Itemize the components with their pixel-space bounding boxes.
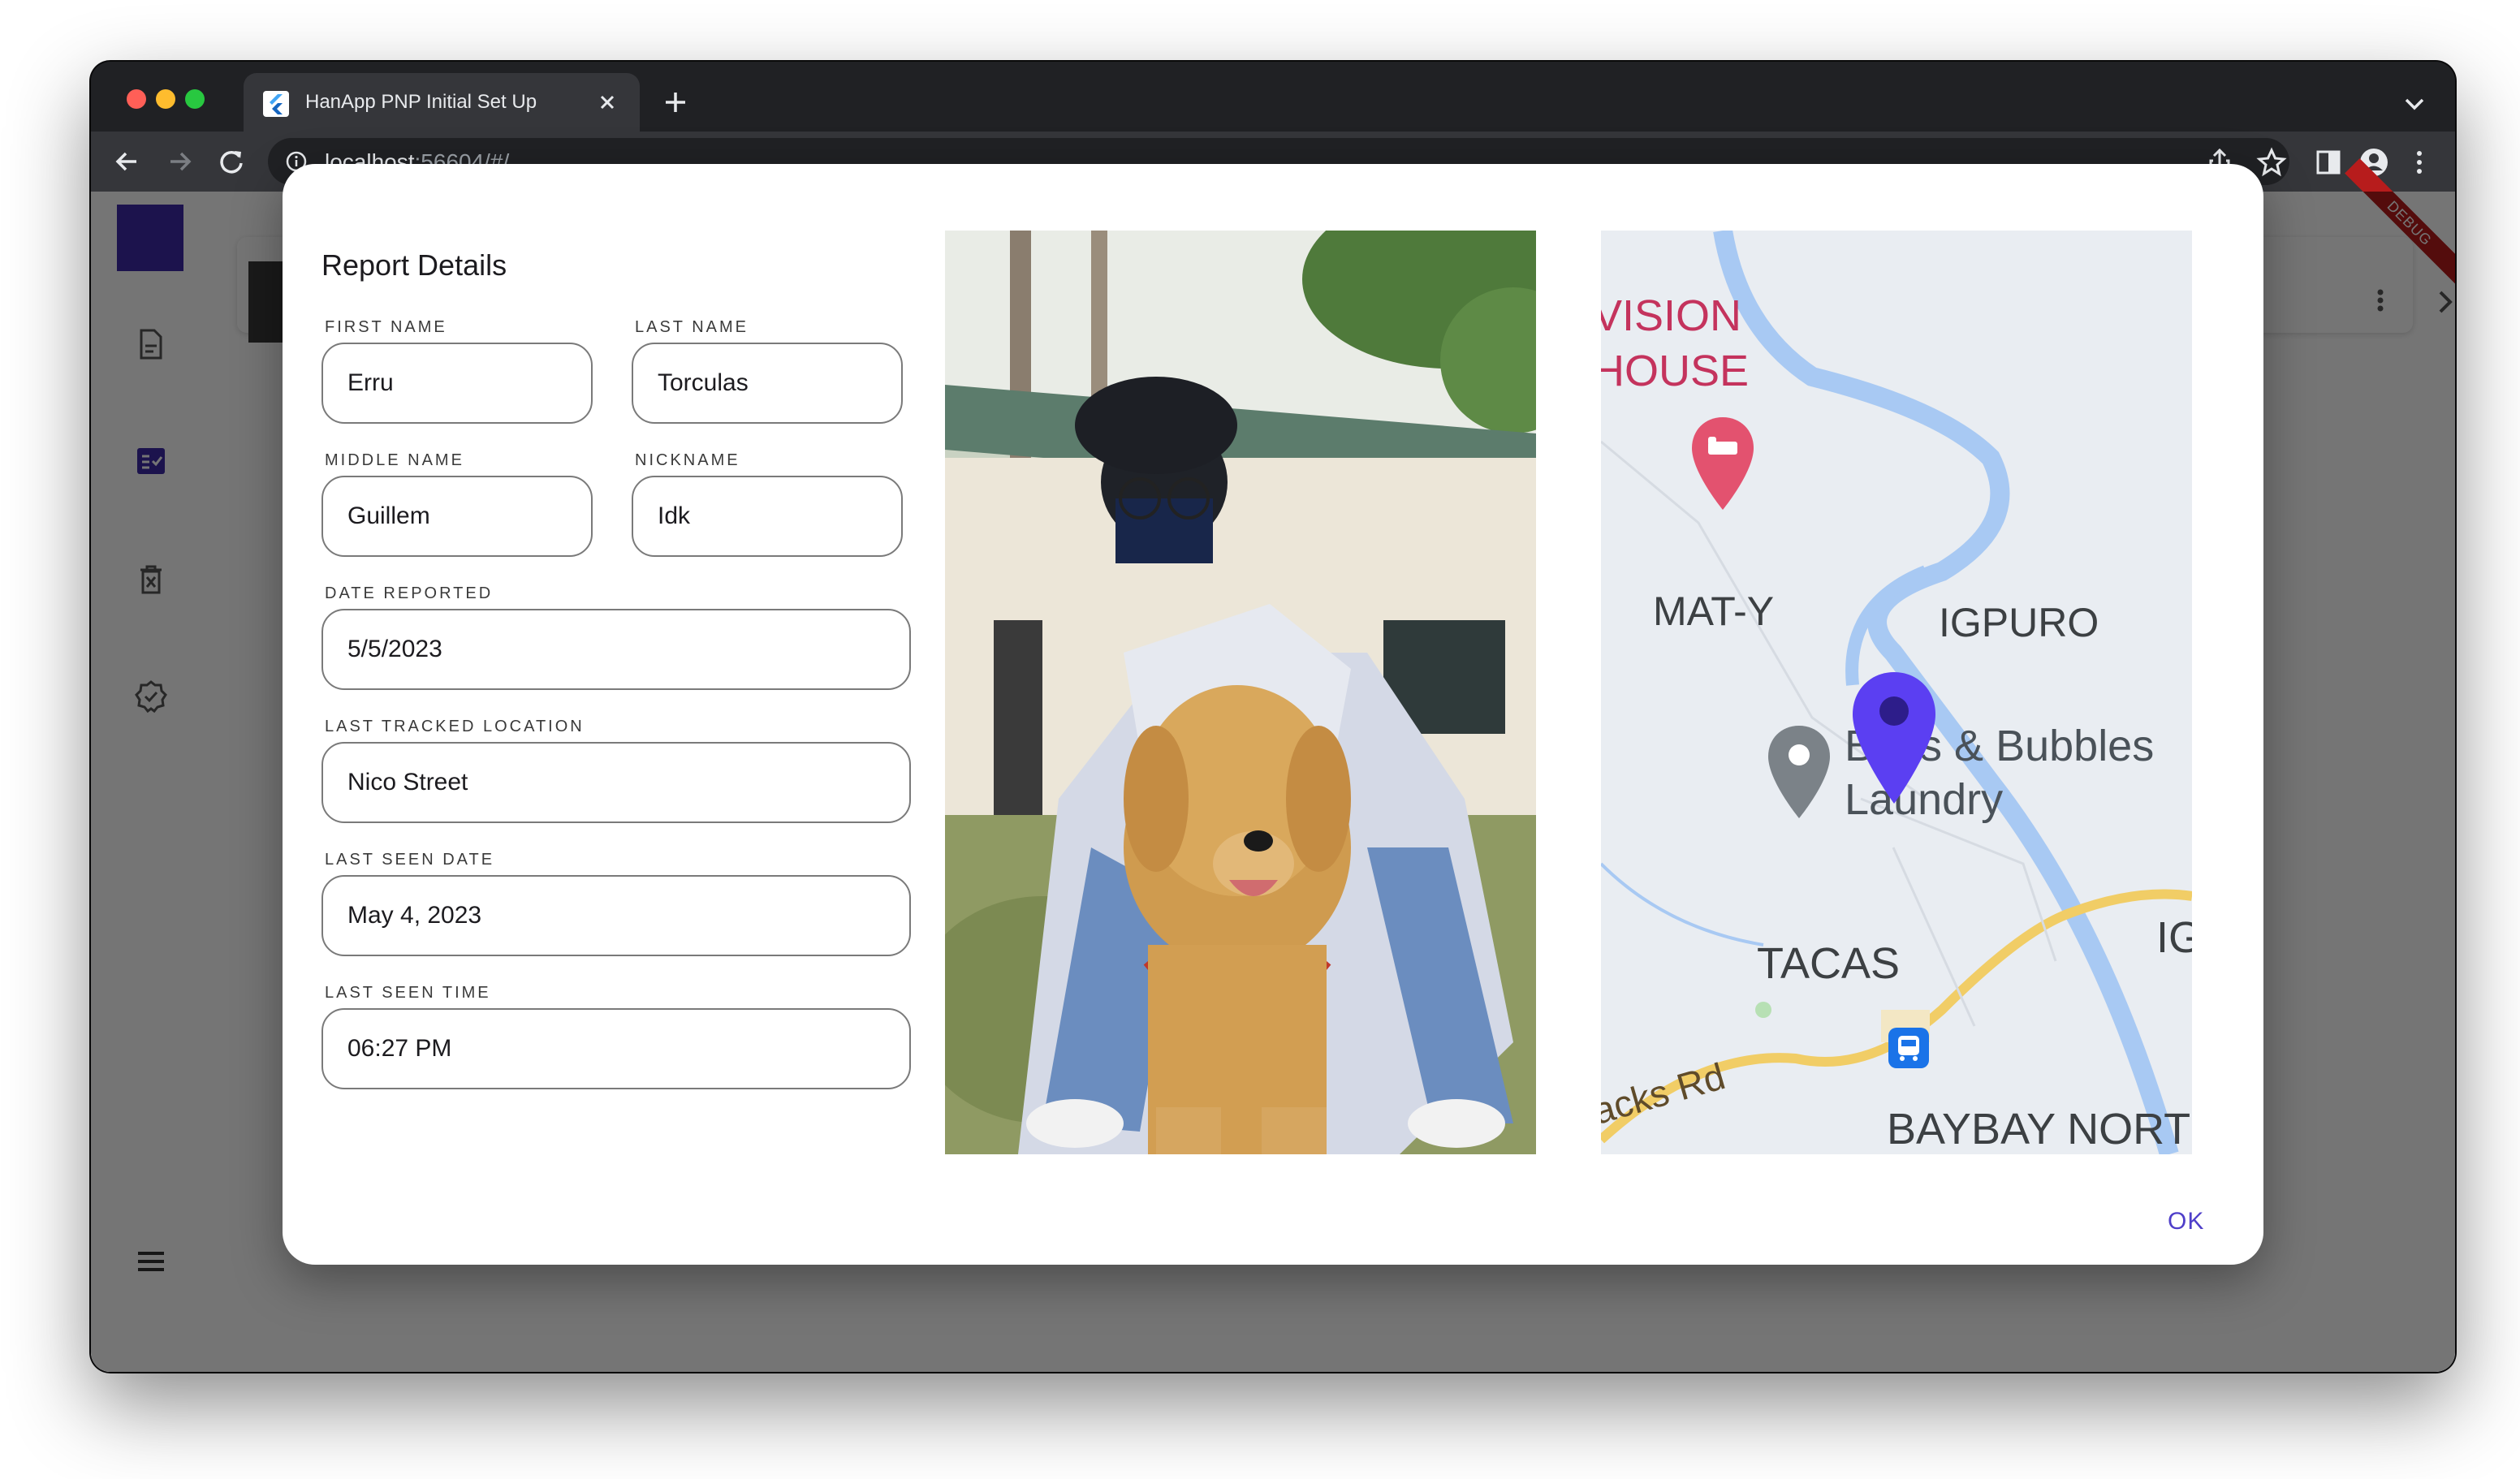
- date-reported-label: DATE REPORTED: [325, 584, 494, 602]
- nickname-label: NICKNAME: [635, 451, 740, 469]
- bus-stop-icon[interactable]: [1887, 1026, 1931, 1070]
- flutter-favicon-icon: [263, 91, 289, 117]
- last-tracked-location-field[interactable]: Nico Street: [321, 742, 911, 823]
- bookmark-star-icon[interactable]: [2254, 144, 2289, 180]
- tab-strip: HanApp PNP Initial Set Up: [91, 62, 2455, 132]
- browser-window: HanApp PNP Initial Set Up localhost:5660…: [91, 62, 2455, 1372]
- map-label-baybay: BAYBAY NORTE: [1887, 1105, 2192, 1153]
- last-name-field[interactable]: Torculas: [632, 343, 903, 424]
- close-tab-icon[interactable]: [593, 88, 622, 117]
- side-panel-icon[interactable]: [2311, 144, 2346, 180]
- reload-icon[interactable]: [213, 143, 250, 180]
- tab-title: HanApp PNP Initial Set Up: [305, 91, 537, 113]
- zoom-window-button[interactable]: [185, 89, 205, 109]
- lodging-pin-icon[interactable]: [1689, 414, 1757, 515]
- middle-name-label: MIDDLE NAME: [325, 451, 464, 469]
- reported-person-photo: [945, 231, 1536, 1154]
- close-window-button[interactable]: [127, 89, 146, 109]
- last-location-map[interactable]: VISION HOUSE MAT-Y IGPURO Bl ns & Bubble…: [1601, 231, 2192, 1154]
- map-label-igpuro: IGPURO: [1939, 600, 2099, 645]
- last-seen-date-field[interactable]: May 4, 2023: [321, 875, 911, 956]
- map-label-tacas: TACAS: [1757, 939, 1901, 988]
- first-name-label: FIRST NAME: [325, 318, 447, 336]
- browser-menu-icon[interactable]: [2401, 144, 2437, 180]
- last-tracked-location-label: LAST TRACKED LOCATION: [325, 718, 585, 735]
- date-reported-field[interactable]: 5/5/2023: [321, 609, 911, 690]
- map-label-house: HOUSE: [1601, 347, 1750, 395]
- new-tab-icon[interactable]: [659, 86, 692, 119]
- browser-tab[interactable]: HanApp PNP Initial Set Up: [244, 73, 640, 132]
- middle-name-field[interactable]: Guillem: [321, 476, 593, 557]
- tab-search-chevron-icon[interactable]: [2398, 88, 2431, 120]
- last-seen-time-label: LAST SEEN TIME: [325, 984, 491, 1002]
- map-label-ig: IG: [2156, 913, 2192, 962]
- map-label-maty: MAT-Y: [1653, 589, 1775, 634]
- nickname-field[interactable]: Idk: [632, 476, 903, 557]
- forward-arrow-icon[interactable]: [161, 143, 198, 180]
- last-seen-time-field[interactable]: 06:27 PM: [321, 1008, 911, 1089]
- first-name-field[interactable]: Erru: [321, 343, 593, 424]
- ok-button[interactable]: OK: [2168, 1208, 2204, 1235]
- location-marker-icon[interactable]: [1849, 669, 1939, 807]
- report-details-dialog: Report Details FIRST NAME Erru LAST NAME…: [283, 164, 2263, 1265]
- minimize-window-button[interactable]: [156, 89, 175, 109]
- back-arrow-icon[interactable]: [109, 143, 146, 180]
- dialog-title: Report Details: [321, 248, 507, 282]
- place-pin-icon[interactable]: [1765, 722, 1833, 823]
- last-seen-date-label: LAST SEEN DATE: [325, 851, 495, 869]
- map-label-vision: VISION: [1601, 291, 1742, 340]
- last-name-label: LAST NAME: [635, 318, 749, 336]
